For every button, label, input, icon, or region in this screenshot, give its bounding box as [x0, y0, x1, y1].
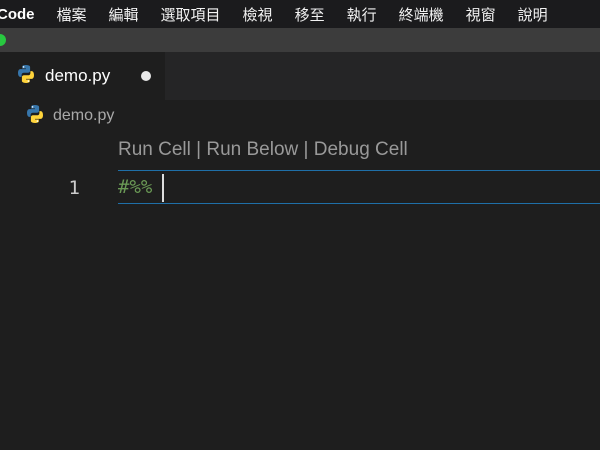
line-number: 1 — [68, 177, 80, 199]
code-line[interactable]: #%% — [118, 176, 152, 198]
menu-file[interactable]: 檔案 — [57, 4, 87, 25]
tab-demo-py[interactable]: demo.py — [0, 52, 165, 100]
editor-tab-bar: demo.py — [0, 52, 600, 100]
run-cell-link[interactable]: Run Cell — [118, 139, 191, 160]
tab-label: demo.py — [45, 66, 111, 85]
menu-view[interactable]: 檢視 — [243, 4, 273, 25]
menu-help[interactable]: 說明 — [518, 4, 548, 25]
codelens-bar: Run Cell | Run Below | Debug Cell — [118, 139, 408, 161]
breadcrumb: demo.py — [0, 100, 600, 132]
unsaved-changes-icon[interactable] — [141, 71, 151, 81]
menu-selection[interactable]: 選取項目 — [161, 4, 221, 25]
menu-edit[interactable]: 編輯 — [109, 4, 139, 25]
window-title-bar — [0, 28, 600, 52]
text-cursor — [162, 174, 164, 202]
menu-terminal[interactable]: 終端機 — [399, 4, 444, 25]
python-icon — [25, 104, 45, 129]
menu-run[interactable]: 執行 — [347, 4, 377, 25]
menu-bar: Code 檔案 編輯 選取項目 檢視 移至 執行 終端機 視窗 說明 — [0, 0, 600, 28]
breadcrumb-file[interactable]: demo.py — [53, 107, 114, 125]
menu-window[interactable]: 視窗 — [466, 4, 496, 25]
maximize-button[interactable] — [0, 34, 6, 46]
run-below-link[interactable]: Run Below — [206, 139, 298, 160]
menu-go[interactable]: 移至 — [295, 4, 325, 25]
app-menu-code[interactable]: Code — [0, 6, 35, 23]
codelens-separator: | — [196, 139, 202, 160]
current-line-highlight — [118, 170, 600, 204]
codelens-separator: | — [303, 139, 309, 160]
debug-cell-link[interactable]: Debug Cell — [314, 139, 408, 160]
python-icon — [16, 64, 36, 89]
